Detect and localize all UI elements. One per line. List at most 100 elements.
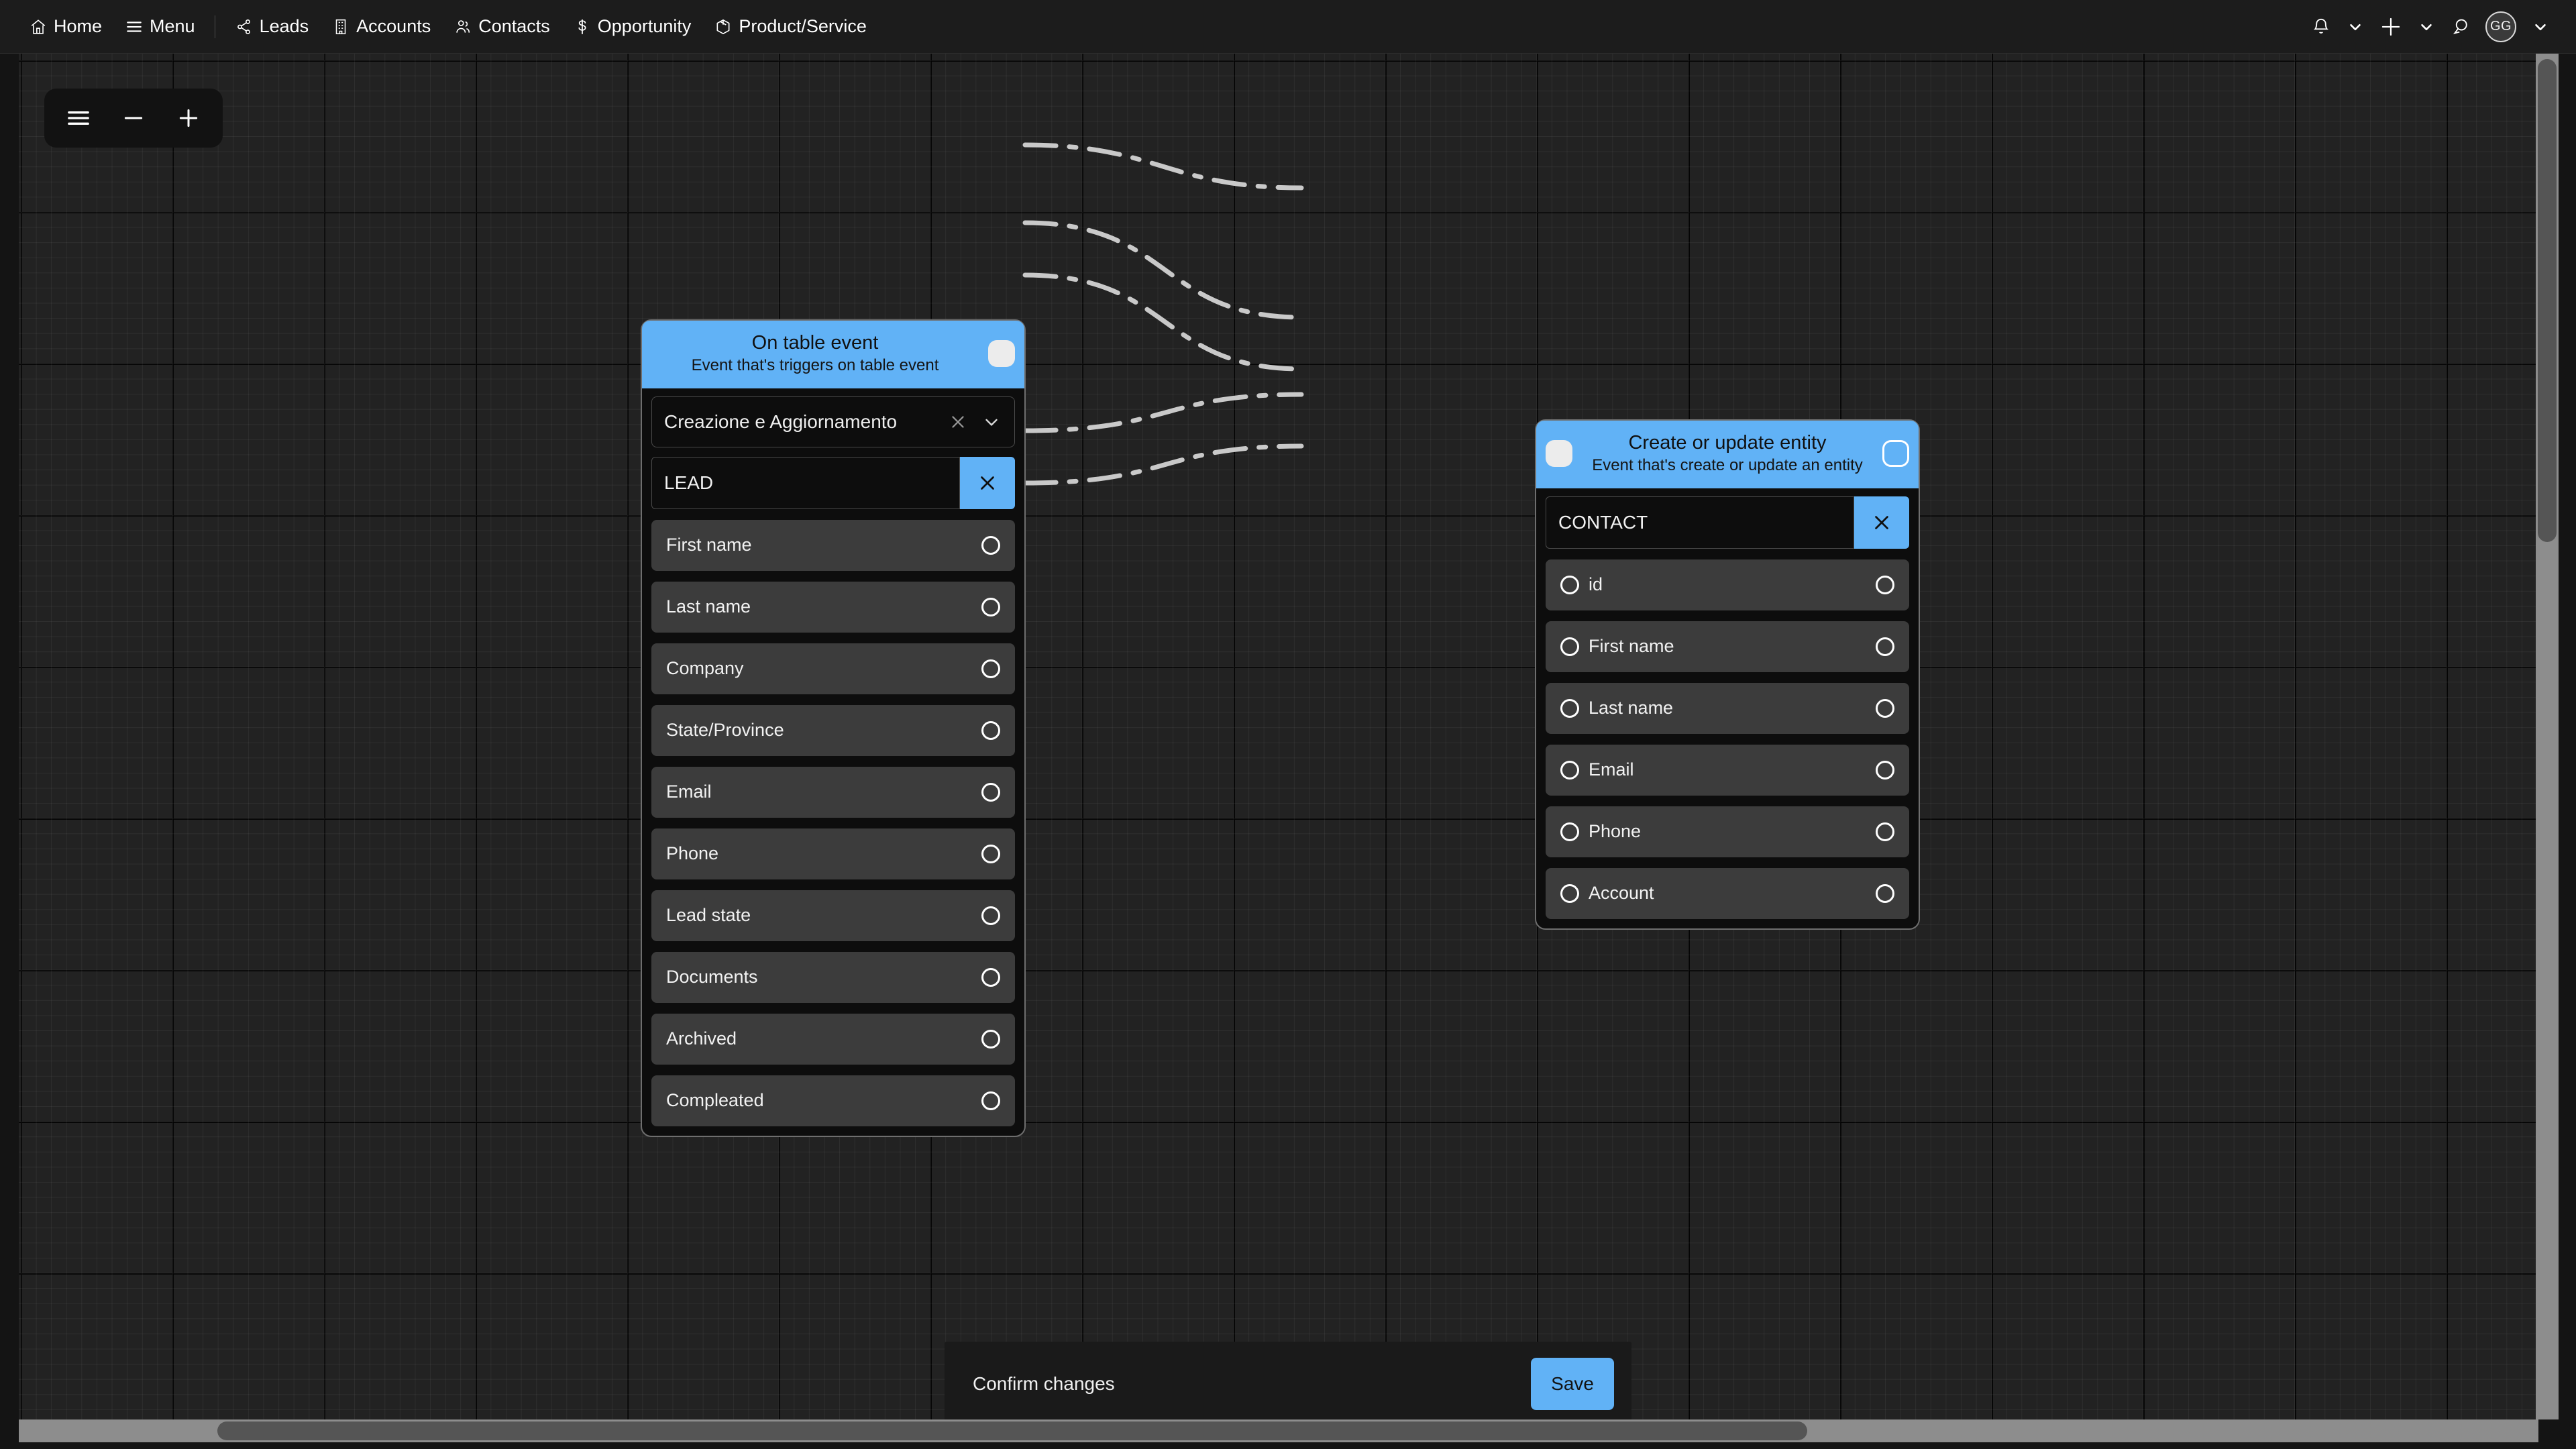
field-row[interactable]: Company xyxy=(651,643,1015,694)
dollar-icon xyxy=(573,17,592,36)
nav-item-leads-label: Leads xyxy=(259,16,309,36)
field-row[interactable]: First name xyxy=(651,519,1015,571)
field-row[interactable]: Compleated xyxy=(651,1075,1015,1126)
avatar[interactable]: GG xyxy=(2485,11,2516,42)
circle-port-icon[interactable] xyxy=(1876,637,1894,656)
field-row[interactable]: Phone xyxy=(651,828,1015,879)
circle-port-icon[interactable] xyxy=(1876,698,1894,718)
chat-button[interactable] xyxy=(2445,8,2477,46)
save-button[interactable]: Save xyxy=(1531,1358,1614,1410)
node-title-action: Create or update entity xyxy=(1628,432,1827,453)
field-row[interactable]: Account xyxy=(1546,867,1909,919)
nav-item-menu[interactable]: Menu xyxy=(113,9,207,44)
chat-icon xyxy=(2453,19,2467,34)
plus-icon xyxy=(2381,17,2400,36)
field-row[interactable]: State/Province xyxy=(651,704,1015,756)
vertical-scrollbar-thumb[interactable] xyxy=(2538,59,2557,542)
circle-port-icon[interactable] xyxy=(981,659,1000,678)
circle-port-icon[interactable] xyxy=(1560,637,1579,656)
bell-icon xyxy=(2313,18,2329,34)
entity-name-input-action[interactable]: CONTACT xyxy=(1546,496,1854,549)
entity-clear-button-trigger[interactable] xyxy=(960,456,1015,509)
field-row[interactable]: Archived xyxy=(651,1013,1015,1065)
nav-item-opportunity[interactable]: Opportunity xyxy=(561,9,703,44)
chevron-down-icon xyxy=(2421,23,2432,30)
horizontal-scrollbar[interactable] xyxy=(19,1419,2538,1442)
circle-port-icon[interactable] xyxy=(1876,760,1894,780)
circle-port-icon[interactable] xyxy=(1876,575,1894,594)
circle-port-icon[interactable] xyxy=(981,906,1000,925)
circle-port-icon[interactable] xyxy=(981,1091,1000,1110)
entity-clear-button-action[interactable] xyxy=(1854,496,1909,549)
circle-port-icon[interactable] xyxy=(1560,575,1579,594)
edge-last-name xyxy=(1022,272,1304,372)
create-new-dropdown-button[interactable] xyxy=(2411,8,2442,46)
user-avatar-button[interactable]: GG xyxy=(2479,8,2522,46)
nav-item-leads[interactable]: Leads xyxy=(223,9,321,44)
circle-port-icon[interactable] xyxy=(1560,698,1579,718)
field-label: Company xyxy=(666,658,744,679)
field-label: Archived xyxy=(666,1028,737,1049)
field-row[interactable]: Last name xyxy=(1546,682,1909,734)
circle-port-icon[interactable] xyxy=(981,1029,1000,1049)
vertical-scrollbar[interactable] xyxy=(2536,54,2559,1419)
horizontal-scrollbar-thumb[interactable] xyxy=(217,1421,1807,1440)
field-label: Last name xyxy=(1589,698,1674,718)
notifications-button[interactable] xyxy=(2305,8,2337,46)
field-label: First name xyxy=(1589,636,1674,657)
node-header-action[interactable]: Create or update entity Event that's cre… xyxy=(1536,421,1919,488)
circle-port-icon[interactable] xyxy=(1560,883,1579,903)
circle-port-icon[interactable] xyxy=(981,782,1000,802)
event-type-select[interactable]: Creazione e Aggiornamento xyxy=(651,396,1015,447)
node-on-table-event[interactable]: On table event Event that's triggers on … xyxy=(641,319,1026,1137)
circle-port-icon[interactable] xyxy=(1560,822,1579,841)
circle-port-icon[interactable] xyxy=(1876,822,1894,841)
circle-port-icon[interactable] xyxy=(981,844,1000,863)
entity-name-input-trigger[interactable]: LEAD xyxy=(651,456,960,509)
node-header-trigger[interactable]: On table event Event that's triggers on … xyxy=(642,321,1024,388)
node-body-trigger: Creazione e Aggiornamento LEAD First nam… xyxy=(642,388,1024,1136)
circle-port-icon[interactable] xyxy=(1560,760,1579,780)
node-subtitle-trigger: Event that's triggers on table event xyxy=(691,356,939,375)
edge-header xyxy=(1022,142,1304,191)
field-row[interactable]: First name xyxy=(1546,621,1909,672)
field-row[interactable]: Lead state xyxy=(651,890,1015,941)
zoom-in-button[interactable] xyxy=(164,94,213,142)
circle-port-icon[interactable] xyxy=(1876,883,1894,903)
field-row[interactable]: id xyxy=(1546,559,1909,610)
nav-item-product-service[interactable]: Product/Service xyxy=(702,9,878,44)
square-port-filled-icon[interactable] xyxy=(1546,440,1572,468)
chevron-down-icon xyxy=(2350,23,2361,30)
circle-port-icon[interactable] xyxy=(981,720,1000,740)
confirm-changes-message: Confirm changes xyxy=(973,1373,1115,1394)
node-create-or-update-entity[interactable]: Create or update entity Event that's cre… xyxy=(1535,419,1920,930)
close-icon[interactable] xyxy=(945,409,971,435)
nav-item-opportunity-label: Opportunity xyxy=(597,16,692,36)
create-new-button[interactable] xyxy=(2373,8,2408,46)
field-row[interactable]: Last name xyxy=(651,581,1015,633)
field-row[interactable]: Email xyxy=(1546,744,1909,796)
node-subtitle-action: Event that's create or update an entity xyxy=(1592,456,1863,475)
close-icon xyxy=(981,476,994,490)
nav-item-accounts[interactable]: Accounts xyxy=(320,9,442,44)
chevron-down-icon[interactable] xyxy=(978,409,1005,435)
circle-port-icon[interactable] xyxy=(981,597,1000,616)
field-label: id xyxy=(1589,574,1603,595)
circle-port-icon[interactable] xyxy=(981,967,1000,987)
field-row[interactable]: Documents xyxy=(651,951,1015,1003)
nav-item-home[interactable]: Home xyxy=(17,9,113,44)
flow-canvas[interactable]: On table event Event that's triggers on … xyxy=(19,54,2538,1419)
nav-item-contacts[interactable]: Contacts xyxy=(442,9,561,44)
user-menu-dropdown-button[interactable] xyxy=(2525,8,2556,46)
confirm-changes-bar: Confirm changes Save xyxy=(945,1342,1631,1426)
people-icon xyxy=(453,17,472,36)
square-port-open-icon[interactable] xyxy=(1882,440,1909,468)
square-port-filled-icon[interactable] xyxy=(988,340,1015,368)
zoom-out-button[interactable] xyxy=(109,94,158,142)
circle-port-icon[interactable] xyxy=(981,535,1000,555)
canvas-menu-button[interactable] xyxy=(54,94,103,142)
field-row[interactable]: Email xyxy=(651,766,1015,818)
notifications-dropdown-button[interactable] xyxy=(2340,8,2371,46)
field-row[interactable]: Phone xyxy=(1546,806,1909,857)
field-list-trigger: First name Last name Company State/Provi… xyxy=(651,519,1015,1126)
